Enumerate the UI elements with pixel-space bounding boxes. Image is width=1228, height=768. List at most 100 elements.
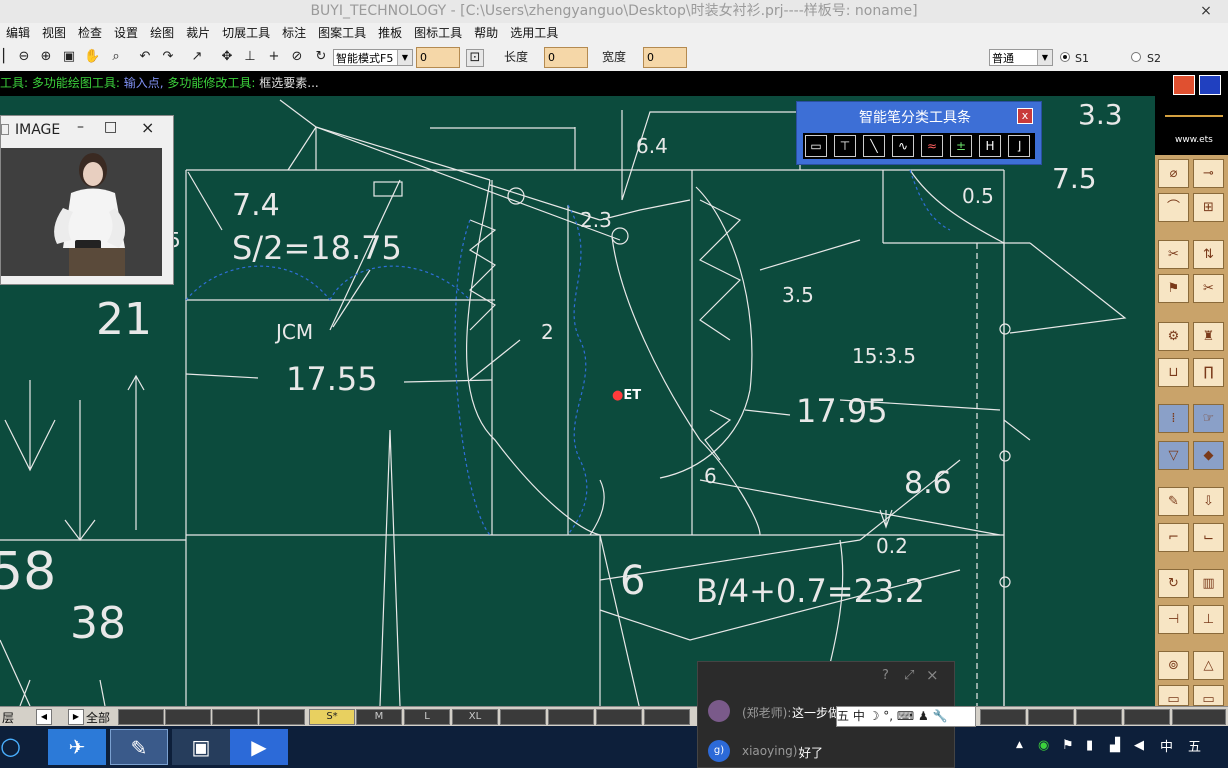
- taskbar-app-photo-icon[interactable]: ▣: [172, 729, 230, 765]
- s2-radio[interactable]: [1131, 52, 1141, 62]
- curve-tool-icon[interactable]: ∿: [892, 135, 914, 157]
- perpendicular-tool-icon[interactable]: ⊤: [834, 135, 856, 157]
- menu-item[interactable]: 裁片: [180, 23, 216, 44]
- smart-pen-toolbar[interactable]: 智能笔分类工具条 x ▭ ⊤ ╲ ∿ ≈ ± H ⌋: [796, 101, 1042, 165]
- field-1[interactable]: 0: [416, 47, 460, 68]
- menu-item[interactable]: 视图: [36, 23, 72, 44]
- s1-radio[interactable]: [1060, 52, 1070, 62]
- hanger-icon[interactable]: ⚑: [1158, 274, 1189, 303]
- zoom-out-icon[interactable]: ⊖: [16, 49, 32, 65]
- cut-icon[interactable]: ✂: [1193, 274, 1224, 303]
- pin-tool-icon[interactable]: ⊣: [1158, 605, 1189, 634]
- undo-icon[interactable]: ↶: [137, 49, 153, 65]
- tray-app-icon[interactable]: ◉: [1038, 738, 1049, 753]
- minimize-button[interactable]: –: [77, 119, 84, 135]
- corner-curve-icon[interactable]: ⌐: [1158, 523, 1189, 552]
- chevron-up-icon[interactable]: ▲: [1016, 740, 1023, 750]
- points-icon[interactable]: ⁞: [1158, 404, 1189, 433]
- tape-icon[interactable]: ⌀: [1158, 159, 1189, 188]
- style-select[interactable]: 普通 ▼: [989, 49, 1053, 66]
- menu-item[interactable]: 绘图: [144, 23, 180, 44]
- signal-icon[interactable]: ▟: [1110, 738, 1120, 753]
- size-xl-button[interactable]: XL: [452, 709, 498, 725]
- triangle-icon[interactable]: △: [1193, 651, 1224, 680]
- diamond-icon[interactable]: ◆: [1193, 441, 1224, 470]
- notch-icon[interactable]: ⊥: [1193, 605, 1224, 634]
- prev-arrow-icon[interactable]: ◀: [36, 709, 52, 725]
- align-icon[interactable]: ⊥: [242, 49, 258, 65]
- rectangle-tool-icon[interactable]: ▭: [805, 135, 827, 157]
- block-icon[interactable]: ▥: [1193, 569, 1224, 598]
- size-s-button[interactable]: S*: [309, 709, 355, 725]
- tape-measure-icon[interactable]: ⊚: [1158, 651, 1189, 680]
- mannequin-icon[interactable]: ♜: [1193, 322, 1224, 351]
- offset-tool-icon[interactable]: ±: [950, 135, 972, 157]
- menu-item[interactable]: 推板: [372, 23, 408, 44]
- slope-icon[interactable]: ⌙: [1193, 523, 1224, 552]
- size-l-button[interactable]: L: [404, 709, 450, 725]
- next-arrow-icon[interactable]: ▶: [68, 709, 84, 725]
- move-icon[interactable]: ✥: [219, 49, 235, 65]
- close-button[interactable]: ×: [141, 118, 154, 137]
- menu-item[interactable]: 设置: [108, 23, 144, 44]
- search-icon[interactable]: ○: [0, 732, 21, 760]
- menu-item[interactable]: 编辑: [0, 23, 36, 44]
- pin-icon[interactable]: ⊸: [1193, 159, 1224, 188]
- pan-hand-icon[interactable]: ✋: [84, 49, 100, 65]
- dart-icon[interactable]: ▽: [1158, 441, 1189, 470]
- measure-tool-icon[interactable]: H: [979, 135, 1001, 157]
- line-tool-icon[interactable]: ╲: [863, 135, 885, 157]
- zoom-region-icon[interactable]: ⌕: [108, 49, 124, 65]
- tray-lang[interactable]: 中: [1160, 736, 1173, 755]
- grid-icon[interactable]: ⊞: [1193, 193, 1224, 222]
- measure-icon[interactable]: ⊘: [289, 49, 305, 65]
- mode-select[interactable]: 智能模式F5 ▼: [333, 49, 413, 66]
- menu-item[interactable]: 帮助: [468, 23, 504, 44]
- refresh-icon[interactable]: ↻: [1158, 569, 1189, 598]
- pointer-icon[interactable]: ▏: [0, 49, 16, 65]
- add-point-icon[interactable]: +: [266, 49, 282, 65]
- volume-icon[interactable]: ◀: [1134, 738, 1144, 753]
- tray-ime[interactable]: 五: [1188, 736, 1201, 755]
- help-icon[interactable]: ?: [882, 668, 889, 683]
- expand-icon[interactable]: ⤢: [904, 668, 914, 683]
- menu-item[interactable]: 切展工具: [216, 23, 276, 44]
- export-icon[interactable]: ⇩: [1193, 487, 1224, 516]
- taskbar-app-feishu-icon[interactable]: ✈: [48, 729, 106, 765]
- close-icon[interactable]: ×: [926, 666, 939, 684]
- zoom-in-icon[interactable]: ⊕: [38, 49, 54, 65]
- bucket-icon[interactable]: ⊔: [1158, 358, 1189, 387]
- size-m-button[interactable]: M: [356, 709, 402, 725]
- split-icon[interactable]: ⇅: [1193, 240, 1224, 269]
- all-label[interactable]: 全部: [86, 709, 110, 726]
- scissors-icon[interactable]: ✂: [1158, 240, 1189, 269]
- image-window[interactable]: IMAGE – □ ×: [0, 115, 174, 285]
- lock-button[interactable]: ⊡: [466, 49, 484, 67]
- network-icon[interactable]: ▮: [1086, 738, 1093, 753]
- pants-icon[interactable]: ∏: [1193, 358, 1224, 387]
- taskbar-app-pattern-icon[interactable]: ✎: [110, 729, 168, 765]
- window-close-button[interactable]: ×: [1198, 0, 1214, 22]
- menu-item[interactable]: 图案工具: [312, 23, 372, 44]
- hand-points-icon[interactable]: ☞: [1193, 404, 1224, 433]
- rotate-icon[interactable]: ↻: [313, 49, 329, 65]
- ime-toolbar[interactable]: 五 中 ☽ °, ⌨ ♟ 🔧: [836, 706, 976, 727]
- length-field[interactable]: 0: [544, 47, 588, 68]
- flag-icon[interactable]: ⚑: [1062, 738, 1074, 753]
- curve-ruler-icon[interactable]: ⌒: [1158, 193, 1189, 222]
- maximize-button[interactable]: □: [104, 119, 117, 135]
- menu-item[interactable]: 检查: [72, 23, 108, 44]
- sewing-machine-icon[interactable]: ⚙: [1158, 322, 1189, 351]
- fit-window-icon[interactable]: ▣: [61, 49, 77, 65]
- tool-icon[interactable]: ▭: [1158, 685, 1189, 707]
- tool-icon[interactable]: ▭: [1193, 685, 1224, 707]
- menu-item[interactable]: 选用工具: [504, 23, 564, 44]
- width-field[interactable]: 0: [643, 47, 687, 68]
- menu-item[interactable]: 图标工具: [408, 23, 468, 44]
- image-window-titlebar[interactable]: IMAGE – □ ×: [1, 116, 173, 144]
- smart-pen-toolbar-close[interactable]: x: [1017, 108, 1033, 124]
- wave-tool-icon[interactable]: ≈: [921, 135, 943, 157]
- redo-icon[interactable]: ↷: [160, 49, 176, 65]
- taskbar-app-tv-icon[interactable]: ▶: [230, 729, 288, 765]
- menu-item[interactable]: 标注: [276, 23, 312, 44]
